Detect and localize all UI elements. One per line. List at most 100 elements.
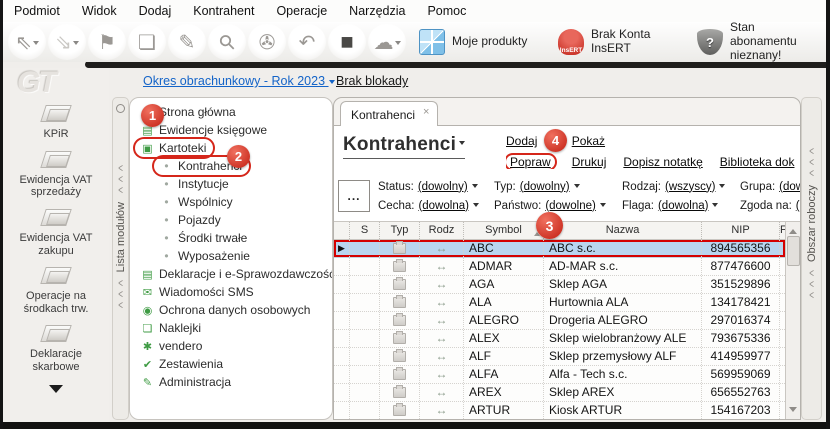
tree-item[interactable]: • Wyposażenie xyxy=(154,247,257,265)
column-header[interactable]: Symbol xyxy=(464,222,544,239)
print-button[interactable]: ✇ xyxy=(248,24,286,60)
table-row[interactable]: ▶ ↔ ABC ABC s.c. 894565356 xyxy=(334,240,785,258)
table-row[interactable]: ↔ ALFA Alfa - Tech s.c. 569959069 xyxy=(334,366,785,384)
chevron-down-icon[interactable] xyxy=(712,203,718,210)
menu-item[interactable]: Widok xyxy=(71,0,128,22)
menu-item[interactable]: Dodaj xyxy=(128,0,183,22)
table-row[interactable]: ↔ ALA Hurtownia ALA 134178421 xyxy=(334,294,785,312)
module-button[interactable]: Ewidencja VAT sprzedaży xyxy=(6,148,106,199)
module-button[interactable]: Operacje na środkach trw. xyxy=(6,264,106,315)
cube-button[interactable]: ■ xyxy=(328,24,366,60)
more-filters-button[interactable]: ... xyxy=(338,180,370,212)
tree-item[interactable]: ◉ Ochrona danych osobowych xyxy=(135,301,317,319)
tab-kontrahenci[interactable]: Kontrahenci × xyxy=(340,101,438,126)
menu-item[interactable]: Pomoc xyxy=(416,0,477,22)
tree-item[interactable]: ✉ Wiadomości SMS xyxy=(135,283,261,301)
chevron-left-icon[interactable]: < xyxy=(118,299,123,313)
menu-item[interactable]: Narzędzia xyxy=(338,0,416,22)
edit-button[interactable]: ✎ xyxy=(168,24,206,60)
cloud-button[interactable]: ☁ xyxy=(368,24,406,60)
filter-value-dropdown[interactable]: (dowoln xyxy=(779,181,800,193)
cell-rodz: ↔ xyxy=(420,258,464,275)
pin-icon[interactable] xyxy=(116,104,125,113)
chevron-down-icon[interactable] xyxy=(574,184,580,191)
document-library-link[interactable]: Biblioteka dok xyxy=(720,155,795,169)
table-row[interactable]: ↔ ARTUR Kiosk ARTUR 154167203 xyxy=(334,402,785,419)
column-header[interactable]: S xyxy=(350,222,380,239)
my-products-button[interactable]: Moje produkty xyxy=(409,24,548,60)
tree-item[interactable]: ❏ Naklejki xyxy=(135,319,208,337)
scroll-up-icon[interactable] xyxy=(789,225,797,234)
filter: Rodzaj: (wszyscy) xyxy=(622,181,740,193)
tree-item[interactable]: ✎ Administracja xyxy=(135,373,238,391)
flag-button[interactable]: ⚑ xyxy=(88,24,126,60)
lock-status-link[interactable]: Brak blokady xyxy=(336,74,408,88)
page-title[interactable]: Kontrahenci xyxy=(343,134,465,159)
module-button[interactable]: Ewidencja VAT zakupu xyxy=(6,206,106,257)
close-icon[interactable]: × xyxy=(423,108,429,116)
table-row[interactable]: ↔ ALEGRO Drogeria ALEGRO 297016374 xyxy=(334,312,785,330)
filter-value-dropdown[interactable]: (dowolny) xyxy=(520,181,570,193)
show-link[interactable]: Pokaż xyxy=(572,134,605,148)
supplier-package-icon xyxy=(393,387,406,398)
menu-item[interactable]: Kontrahent xyxy=(182,0,265,22)
add-note-link[interactable]: Dopisz notatkę xyxy=(623,155,702,169)
module-button[interactable]: Deklaracje skarbowe xyxy=(6,322,106,373)
print-link[interactable]: Drukuj xyxy=(572,155,607,169)
insert-account-button[interactable]: InsERT Brak Konta InsERT xyxy=(548,24,687,60)
tree-item[interactable]: ▣ Kartoteki xyxy=(135,139,213,157)
tree-item[interactable]: • Środki trwałe xyxy=(154,229,254,247)
search-button[interactable]: ⚲ xyxy=(208,24,246,60)
chevron-down-icon[interactable] xyxy=(473,203,479,210)
tree-item[interactable]: ✔ Zestawienia xyxy=(135,355,230,373)
filter-value-dropdown[interactable]: (dowolny) xyxy=(418,181,468,193)
dropdown-caret-icon[interactable] xyxy=(33,41,39,48)
chevron-down-icon[interactable] xyxy=(472,184,478,191)
filter-value-dropdown[interactable]: ( xyxy=(796,200,800,212)
table-row[interactable]: ↔ AREX Sklep AREX 656552763 xyxy=(334,384,785,402)
chevron-down-icon[interactable] xyxy=(719,184,725,191)
scrollbar-thumb[interactable] xyxy=(787,236,800,266)
two-way-arrow-icon: ↔ xyxy=(436,258,448,275)
filter-value-dropdown[interactable]: (dowolne) xyxy=(545,200,596,212)
filter-value-dropdown[interactable]: (dowolna) xyxy=(418,200,469,212)
dropdown-caret-icon[interactable] xyxy=(395,41,401,48)
tree-item[interactable]: • Instytucje xyxy=(154,175,236,193)
subscription-status-button[interactable]: ? Stan abonamentu nieznany! xyxy=(687,24,826,60)
accounting-period-link[interactable]: Okres obrachunkowy - Rok 2023 xyxy=(143,74,335,88)
chevron-down-icon[interactable] xyxy=(600,203,606,210)
filter: Flaga: (dowolna) xyxy=(622,200,740,212)
column-header[interactable]: Nazwa xyxy=(544,222,702,239)
undo-button[interactable]: ↶ xyxy=(288,24,326,60)
vertical-scrollbar[interactable] xyxy=(785,222,800,419)
column-header[interactable]: NIP xyxy=(702,222,780,239)
select-arrow-button[interactable]: ⇖ xyxy=(8,24,46,60)
table-row[interactable]: ↔ ADMAR AD-MAR s.c. 877476600 xyxy=(334,258,785,276)
table-row[interactable]: ↔ ALEX Sklep wielobranżowy ALE 793675336 xyxy=(334,330,785,348)
menu-item[interactable]: Operacje xyxy=(265,0,338,22)
scroll-down-icon[interactable] xyxy=(789,407,797,416)
dropdown-caret-icon[interactable] xyxy=(73,41,79,48)
tree-item[interactable]: • Pojazdy xyxy=(154,211,228,229)
column-header[interactable]: Typ xyxy=(380,222,420,239)
add-link[interactable]: Dodaj xyxy=(506,134,537,148)
table-row[interactable]: ↔ ALF Sklep przemysłowy ALF 414959977 xyxy=(334,348,785,366)
filter-value-dropdown[interactable]: (dowolna) xyxy=(658,200,709,212)
reports-icon: ✔ xyxy=(140,358,155,371)
menu-item[interactable]: Podmiot xyxy=(3,0,71,22)
tree-item[interactable]: • Wspólnicy xyxy=(154,193,240,211)
tree-item[interactable]: ✱ vendero xyxy=(135,337,209,355)
chevron-left-icon[interactable]: < xyxy=(809,288,814,302)
collapse-arrow-icon[interactable] xyxy=(49,385,63,400)
edit-link[interactable]: Popraw xyxy=(506,155,555,169)
filter-value-dropdown[interactable]: (wszyscy) xyxy=(665,181,715,193)
chevron-left-icon[interactable]: < xyxy=(118,183,123,197)
table-row[interactable]: ↔ AGA Sklep AGA 351529896 xyxy=(334,276,785,294)
forward-arrow-button[interactable]: ⇘ xyxy=(48,24,86,60)
new-document-button[interactable]: ❏ xyxy=(128,24,166,60)
tree-item[interactable]: ▤ Deklaracje i e-Sprawozdawczość xyxy=(135,265,333,283)
column-header[interactable] xyxy=(334,222,350,239)
column-header[interactable]: Rodz xyxy=(420,222,464,239)
chevron-left-icon[interactable]: < xyxy=(809,166,814,180)
module-button[interactable]: KPiR xyxy=(6,102,106,141)
